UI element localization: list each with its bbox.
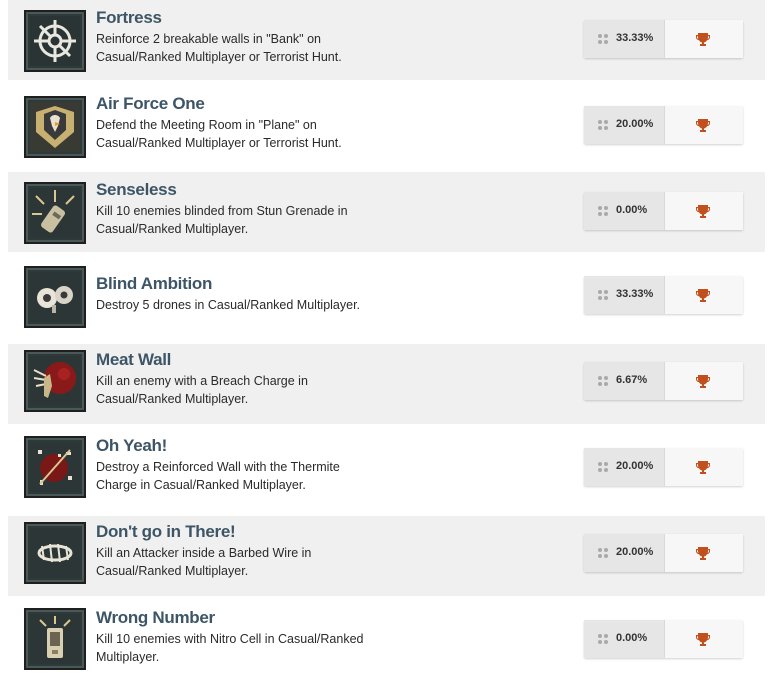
- trophy-cell: [665, 106, 743, 144]
- bronze-trophy-icon: [696, 289, 710, 302]
- achievement-row-dont-go-in-there[interactable]: Don't go in There! Kill an Attacker insi…: [8, 516, 765, 596]
- trophy-cell: [665, 534, 743, 572]
- trophy-cell: [665, 276, 743, 314]
- achievement-title: Oh Yeah!: [96, 436, 167, 455]
- trophy-cell: [665, 192, 743, 230]
- achievement-list: Fortress Reinforce 2 breakable walls in …: [0, 0, 773, 682]
- bronze-trophy-icon: [696, 33, 710, 46]
- achievement-title: Meat Wall: [96, 350, 172, 369]
- trophy-cell: [665, 362, 743, 400]
- achievement-title: Senseless: [96, 180, 177, 199]
- completion-percent: 20.00%: [616, 460, 654, 472]
- bronze-trophy-icon: [696, 205, 710, 218]
- bronze-trophy-icon: [696, 547, 710, 560]
- barbed-wire-icon: [24, 522, 86, 584]
- nitro-cell-icon: [24, 608, 86, 670]
- completion-percent: 33.33%: [616, 288, 654, 300]
- stun-grenade-icon: [24, 182, 86, 244]
- achievement-description: Destroy 5 drones in Casual/Ranked Multip…: [96, 298, 361, 312]
- achievement-description: Reinforce 2 breakable walls in "Bank" on…: [96, 32, 342, 64]
- completion-rate: 33.33%: [584, 20, 665, 58]
- achievement-row-meat-wall[interactable]: Meat Wall Kill an enemy with a Breach Ch…: [8, 344, 765, 424]
- players-icon: [598, 376, 609, 387]
- players-icon: [598, 290, 609, 301]
- players-icon: [598, 634, 609, 645]
- completion-percent: 33.33%: [616, 32, 654, 44]
- achievement-description: Defend the Meeting Room in "Plane" on Cas…: [96, 118, 342, 150]
- players-icon: [598, 548, 609, 559]
- eagle-shield-icon: [24, 96, 86, 158]
- completion-rate: 0.00%: [584, 620, 665, 658]
- completion-rate: 0.00%: [584, 192, 665, 230]
- trophy-cell: [665, 448, 743, 486]
- achievement-row-wrong-number[interactable]: Wrong Number Kill 10 enemies with Nitro …: [8, 602, 765, 682]
- achievement-stats: 20.00%: [584, 534, 743, 572]
- completion-percent: 0.00%: [616, 204, 648, 216]
- achievement-description: Kill 10 enemies blinded from Stun Grenad…: [96, 204, 348, 236]
- achievement-description: Destroy a Reinforced Wall with the Therm…: [96, 460, 340, 492]
- thermite-breach-icon: [24, 436, 86, 498]
- achievement-stats: 33.33%: [584, 276, 743, 314]
- achievement-stats: 0.00%: [584, 620, 743, 658]
- players-icon: [598, 34, 609, 45]
- achievement-stats: 33.33%: [584, 20, 743, 58]
- achievement-description: Kill an enemy with a Breach Charge in Cas…: [96, 374, 308, 406]
- bronze-trophy-icon: [696, 375, 710, 388]
- achievement-title: Blind Ambition: [96, 274, 213, 293]
- achievement-description: Kill an Attacker inside a Barbed Wire in…: [96, 546, 312, 578]
- achievement-row-fortress[interactable]: Fortress Reinforce 2 breakable walls in …: [8, 0, 765, 80]
- bronze-trophy-icon: [696, 461, 710, 474]
- achievement-row-air-force-one[interactable]: Air Force One Defend the Meeting Room in…: [8, 86, 765, 166]
- achievement-row-senseless[interactable]: Senseless Kill 10 enemies blinded from S…: [8, 172, 765, 252]
- drone-icon: [24, 266, 86, 328]
- achievement-title: Don't go in There!: [96, 522, 236, 541]
- achievement-title: Air Force One: [96, 94, 205, 113]
- players-icon: [598, 206, 609, 217]
- bronze-trophy-icon: [696, 633, 710, 646]
- completion-rate: 33.33%: [584, 276, 665, 314]
- bronze-trophy-icon: [696, 119, 710, 132]
- achievement-title: Wrong Number: [96, 608, 215, 627]
- achievement-row-oh-yeah[interactable]: Oh Yeah! Destroy a Reinforced Wall with …: [8, 430, 765, 510]
- trophy-cell: [665, 20, 743, 58]
- completion-rate: 20.00%: [584, 106, 665, 144]
- completion-percent: 6.67%: [616, 374, 648, 386]
- completion-percent: 0.00%: [616, 632, 648, 644]
- achievement-description: Kill 10 enemies with Nitro Cell in Casua…: [96, 632, 364, 664]
- achievement-stats: 6.67%: [584, 362, 743, 400]
- achievement-stats: 20.00%: [584, 448, 743, 486]
- achievement-stats: 0.00%: [584, 192, 743, 230]
- completion-rate: 20.00%: [584, 534, 665, 572]
- achievement-stats: 20.00%: [584, 106, 743, 144]
- players-icon: [598, 120, 609, 131]
- achievement-title: Fortress: [96, 8, 162, 27]
- completion-percent: 20.00%: [616, 546, 654, 558]
- trophy-cell: [665, 620, 743, 658]
- completion-rate: 6.67%: [584, 362, 665, 400]
- completion-rate: 20.00%: [584, 448, 665, 486]
- players-icon: [598, 462, 609, 473]
- breach-blast-icon: [24, 350, 86, 412]
- achievement-row-blind-ambition[interactable]: Blind Ambition Destroy 5 drones in Casua…: [8, 258, 765, 338]
- barricade-star-icon: [24, 10, 86, 72]
- completion-percent: 20.00%: [616, 118, 654, 130]
